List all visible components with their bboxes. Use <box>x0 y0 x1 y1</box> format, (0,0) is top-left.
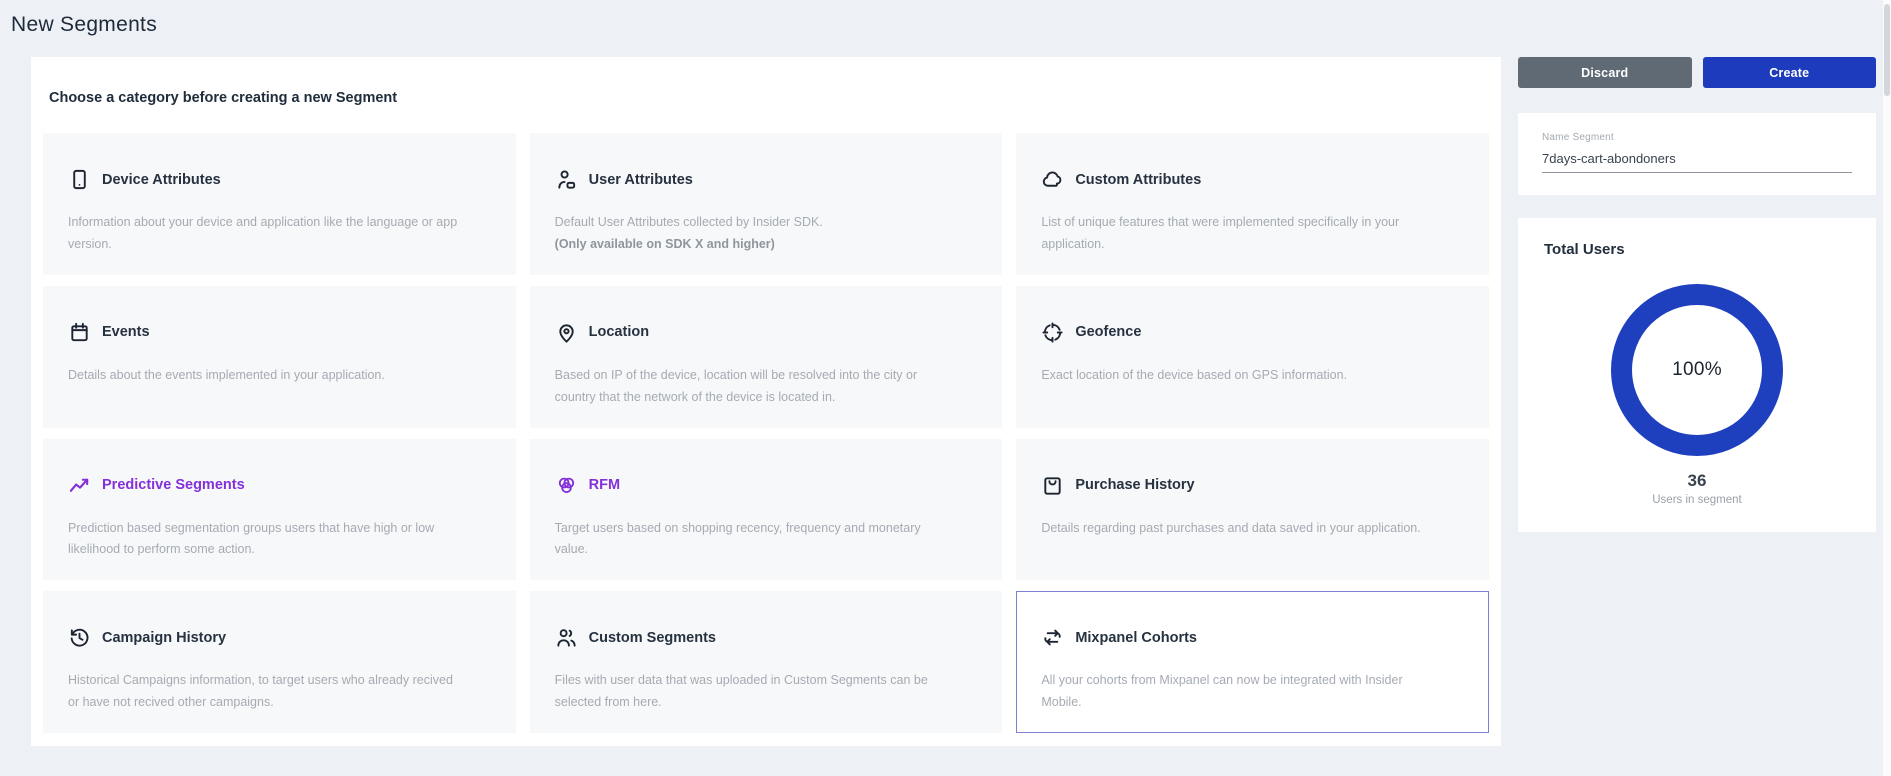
category-description: Historical Campaigns information, to tar… <box>68 670 465 714</box>
category-description-note: (Only available on SDK X and higher) <box>555 234 952 256</box>
panel-heading: Choose a category before creating a new … <box>49 90 1489 106</box>
name-segment-input[interactable] <box>1542 151 1852 173</box>
category-description: Information about your device and applic… <box>68 212 465 256</box>
page-title: New Segments <box>11 13 157 37</box>
category-title: Custom Segments <box>589 630 716 646</box>
scrollbar-thumb[interactable] <box>1884 4 1890 96</box>
category-card-custom-segments[interactable]: Custom Segments Files with user data tha… <box>530 591 1003 733</box>
trend-up-icon <box>68 474 91 497</box>
category-title: User Attributes <box>589 172 693 188</box>
users-in-segment-count: 36 <box>1544 471 1850 491</box>
category-title: Device Attributes <box>102 172 221 188</box>
category-card-geofence[interactable]: Geofence Exact location of the device ba… <box>1016 286 1489 428</box>
scrollbar[interactable] <box>1883 0 1891 776</box>
category-title: Events <box>102 324 150 340</box>
name-segment-card: Name Segment <box>1518 113 1876 195</box>
category-description: Files with user data that was uploaded i… <box>555 670 952 714</box>
category-title: Custom Attributes <box>1075 172 1201 188</box>
action-buttons: Discard Create <box>1518 57 1876 88</box>
mobile-device-icon <box>68 168 91 191</box>
category-description: All your cohorts from Mixpanel can now b… <box>1041 670 1438 714</box>
category-title: RFM <box>589 477 620 493</box>
cloud-icon <box>1041 168 1064 191</box>
category-description: Prediction based segmentation groups use… <box>68 518 465 562</box>
category-card-predictive-segments[interactable]: Predictive Segments Prediction based seg… <box>43 439 516 581</box>
user-attributes-icon <box>555 168 578 191</box>
calendar-icon <box>68 321 91 344</box>
category-card-rfm[interactable]: RFM Target users based on shopping recen… <box>530 439 1003 581</box>
category-description: Based on IP of the device, location will… <box>555 365 952 409</box>
discard-button[interactable]: Discard <box>1518 57 1692 88</box>
venn-diagram-icon <box>555 474 578 497</box>
category-description: Details regarding past purchases and dat… <box>1041 518 1438 540</box>
category-card-events[interactable]: Events Details about the events implemen… <box>43 286 516 428</box>
category-title: Geofence <box>1075 324 1141 340</box>
category-card-device-attributes[interactable]: Device Attributes Information about your… <box>43 133 516 275</box>
category-title: Mixpanel Cohorts <box>1075 630 1197 646</box>
category-card-mixpanel-cohorts[interactable]: Mixpanel Cohorts All your cohorts from M… <box>1016 591 1489 733</box>
category-description: Default User Attributes collected by Ins… <box>555 212 952 234</box>
category-description: Details about the events implemented in … <box>68 365 465 387</box>
users-in-segment-caption: Users in segment <box>1544 494 1850 506</box>
donut-percent-label: 100% <box>1672 359 1722 381</box>
total-users-donut-chart: 100% <box>1611 284 1783 456</box>
category-card-purchase-history[interactable]: Purchase History Details regarding past … <box>1016 439 1489 581</box>
name-segment-label: Name Segment <box>1542 132 1852 143</box>
total-users-card: Total Users 100% 36 Users in segment <box>1518 218 1876 532</box>
category-description: Exact location of the device based on GP… <box>1041 365 1438 387</box>
category-card-location[interactable]: Location Based on IP of the device, loca… <box>530 286 1003 428</box>
category-card-user-attributes[interactable]: User Attributes Default User Attributes … <box>530 133 1003 275</box>
total-users-heading: Total Users <box>1544 241 1850 258</box>
shopping-bag-icon <box>1041 474 1064 497</box>
category-title: Location <box>589 324 649 340</box>
location-pin-icon <box>555 321 578 344</box>
category-title: Campaign History <box>102 630 226 646</box>
segment-sidebar: Discard Create Name Segment Total Users … <box>1518 57 1876 532</box>
geofence-icon <box>1041 321 1064 344</box>
category-title: Purchase History <box>1075 477 1194 493</box>
people-icon <box>555 626 578 649</box>
category-card-campaign-history[interactable]: Campaign History Historical Campaigns in… <box>43 591 516 733</box>
integration-icon <box>1041 626 1064 649</box>
category-description: List of unique features that were implem… <box>1041 212 1438 256</box>
create-button[interactable]: Create <box>1703 57 1877 88</box>
category-card-custom-attributes[interactable]: Custom Attributes List of unique feature… <box>1016 133 1489 275</box>
category-description: Target users based on shopping recency, … <box>555 518 952 562</box>
category-grid: Device Attributes Information about your… <box>43 133 1489 733</box>
history-clock-icon <box>68 626 91 649</box>
category-panel: Choose a category before creating a new … <box>31 57 1501 746</box>
category-title: Predictive Segments <box>102 477 245 493</box>
